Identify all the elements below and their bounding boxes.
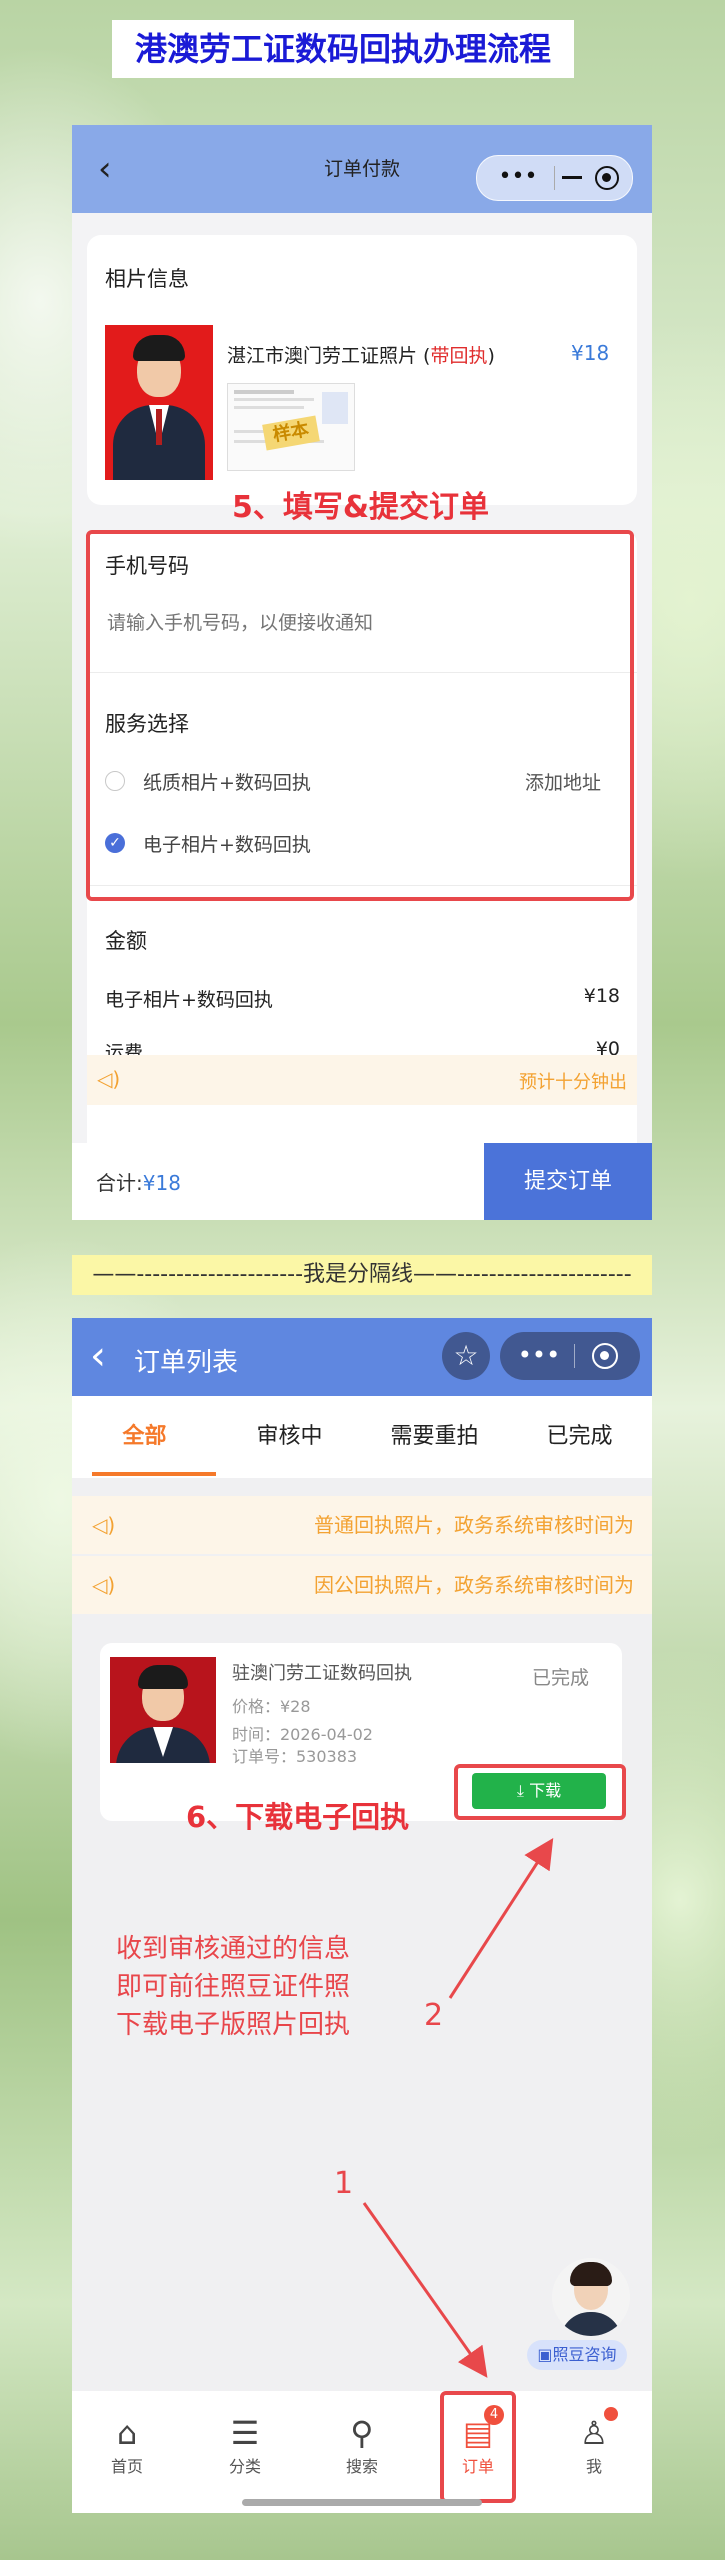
page-title-banner: 港澳劳工证数码回执办理流程 [112,20,574,78]
close-target-icon[interactable] [595,166,619,190]
receipt-sample-image: 样本 [227,383,355,471]
bottom-tab-bar: ⌂ 首页 ☰ 分类 ⚲ 搜索 ▤ 订单 4 ♙ 我 [72,2391,652,2513]
user-icon: ♙ [579,2414,609,2452]
search-icon: ⚲ [350,2414,374,2452]
receipt-tag: 带回执 [430,345,488,367]
step-marker-2: 2 [424,1998,444,2033]
arrow-to-download [448,1837,554,1999]
home-indicator [242,2499,482,2506]
order-payment-screen: ‹ 订单付款 ••• 相片信息 湛江市澳门劳工证照片 (带回执) ¥18 样本 … [72,125,652,1220]
tabbar-item-home[interactable]: ⌂ 首页 [87,2413,167,2477]
checkout-footer: 合计:¥18 提交订单 [72,1143,652,1220]
total-label: 合计:¥18 [96,1171,181,1195]
notice-bar: ◁) 预计十分钟出 [87,1055,637,1105]
notification-dot [604,2407,618,2421]
consult-button[interactable]: ▣照豆咨询 [527,2340,627,2370]
chat-icon: ▣ [537,2345,553,2364]
nav-bar: ‹ 订单付款 ••• [72,125,652,213]
total-value: ¥18 [142,1171,181,1195]
speaker-icon: ◁) [97,1067,121,1091]
order-list-screen: ‹ 订单列表 ☆ ••• 全部 审核中 需要重拍 已完成 ◁) 普通回执照片，政… [72,1318,652,2513]
nav-title: 订单付款 [323,158,400,180]
orders-tab-highlight-box [440,2391,516,2503]
tabbar-item-me[interactable]: ♙ 我 [554,2407,634,2477]
id-photo-thumbnail [105,325,213,480]
step5-highlight-box [86,530,634,901]
minimize-icon[interactable] [562,176,582,179]
capsule-divider [554,166,555,190]
amount-heading: 金额 [105,929,147,953]
back-arrow-icon[interactable]: ‹ [98,152,120,186]
home-icon: ⌂ [116,2414,138,2452]
more-icon[interactable]: ••• [493,164,543,192]
product-name: 湛江市澳门劳工证照片 (带回执) [227,345,495,367]
step5-annotation: 5、填写&提交订单 [232,490,490,525]
mini-program-capsule: ••• [476,155,633,201]
submit-order-button[interactable]: 提交订单 [484,1143,652,1220]
sample-stamp: 样本 [262,415,320,451]
category-icon: ☰ [230,2414,260,2452]
amount-row: 电子相片+数码回执 ¥18 [105,985,620,1011]
tabbar-item-search[interactable]: ⚲ 搜索 [322,2413,402,2477]
step-marker-1: 1 [334,2166,354,2201]
arrow-to-order-tab [362,2202,488,2378]
product-price: ¥18 [571,341,610,365]
section-separator: ——---------------------我是分隔线——----------… [72,1255,652,1295]
photo-info-heading: 相片信息 [105,267,189,291]
photo-info-card: 相片信息 湛江市澳门劳工证照片 (带回执) ¥18 样本 [87,235,637,505]
notice-text: 预计十分钟出 [519,1072,627,1093]
tabbar-item-category[interactable]: ☰ 分类 [205,2413,285,2477]
consult-avatar[interactable] [552,2258,630,2336]
